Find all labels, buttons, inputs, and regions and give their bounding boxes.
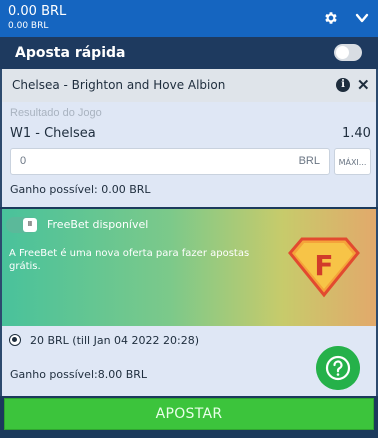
bet-slip-item: Resultado do Jogo W1 - Chelsea 1.40 0 BR… [0,102,378,207]
market-name: Resultado do Jogo [10,107,102,119]
freebet-logo-icon: F [288,237,360,298]
possible-gain: Ganho possível: 0.00 BRL [10,183,151,196]
offer-radio[interactable] [9,334,21,346]
place-bet-button[interactable]: APOSTAR [4,398,374,430]
gear-icon[interactable] [323,10,339,26]
balance-bar: 0.00 BRL 0.00 BRL [0,0,378,37]
quick-bet-row: Aposta rápida [0,37,378,69]
offer-possible-gain: Ganho possível:8.00 BRL [10,368,148,381]
freebet-banner: II FreeBet disponível A FreeBet é uma no… [0,209,378,326]
chevron-down-icon[interactable] [354,10,370,26]
stake-currency: BRL [298,155,320,167]
quick-bet-toggle[interactable] [334,44,362,61]
freebet-toggle-knob: II [23,218,37,232]
balance-sub: 0.00 BRL [8,21,49,31]
freebet-logo-letter: F [314,249,333,282]
question-icon[interactable] [316,346,360,390]
event-header: Chelsea - Brighton and Hove Albion i ✕ [0,69,378,102]
close-icon[interactable]: ✕ [357,76,370,94]
event-name: Chelsea - Brighton and Hove Albion [12,78,226,92]
selection-name: W1 - Chelsea [10,126,96,141]
info-icon[interactable]: i [336,78,350,92]
stake-value: 0 [20,155,27,167]
stake-input[interactable]: 0 BRL [10,148,330,175]
toggle-knob [336,46,349,59]
odds-value: 1.40 [342,126,371,141]
max-stake-button[interactable]: MÁXI... [334,148,371,175]
freebet-toggle[interactable]: II [6,217,38,233]
quick-bet-label: Aposta rápida [15,45,126,61]
freebet-title: FreeBet disponível [47,218,149,231]
balance-main: 0.00 BRL [8,4,67,19]
freebet-offer: 20 BRL (till Jan 04 2022 20:28) Ganho po… [0,326,378,396]
offer-text: 20 BRL (till Jan 04 2022 20:28) [30,334,200,347]
freebet-description: A FreeBet é uma nova oferta para fazer a… [9,248,250,272]
